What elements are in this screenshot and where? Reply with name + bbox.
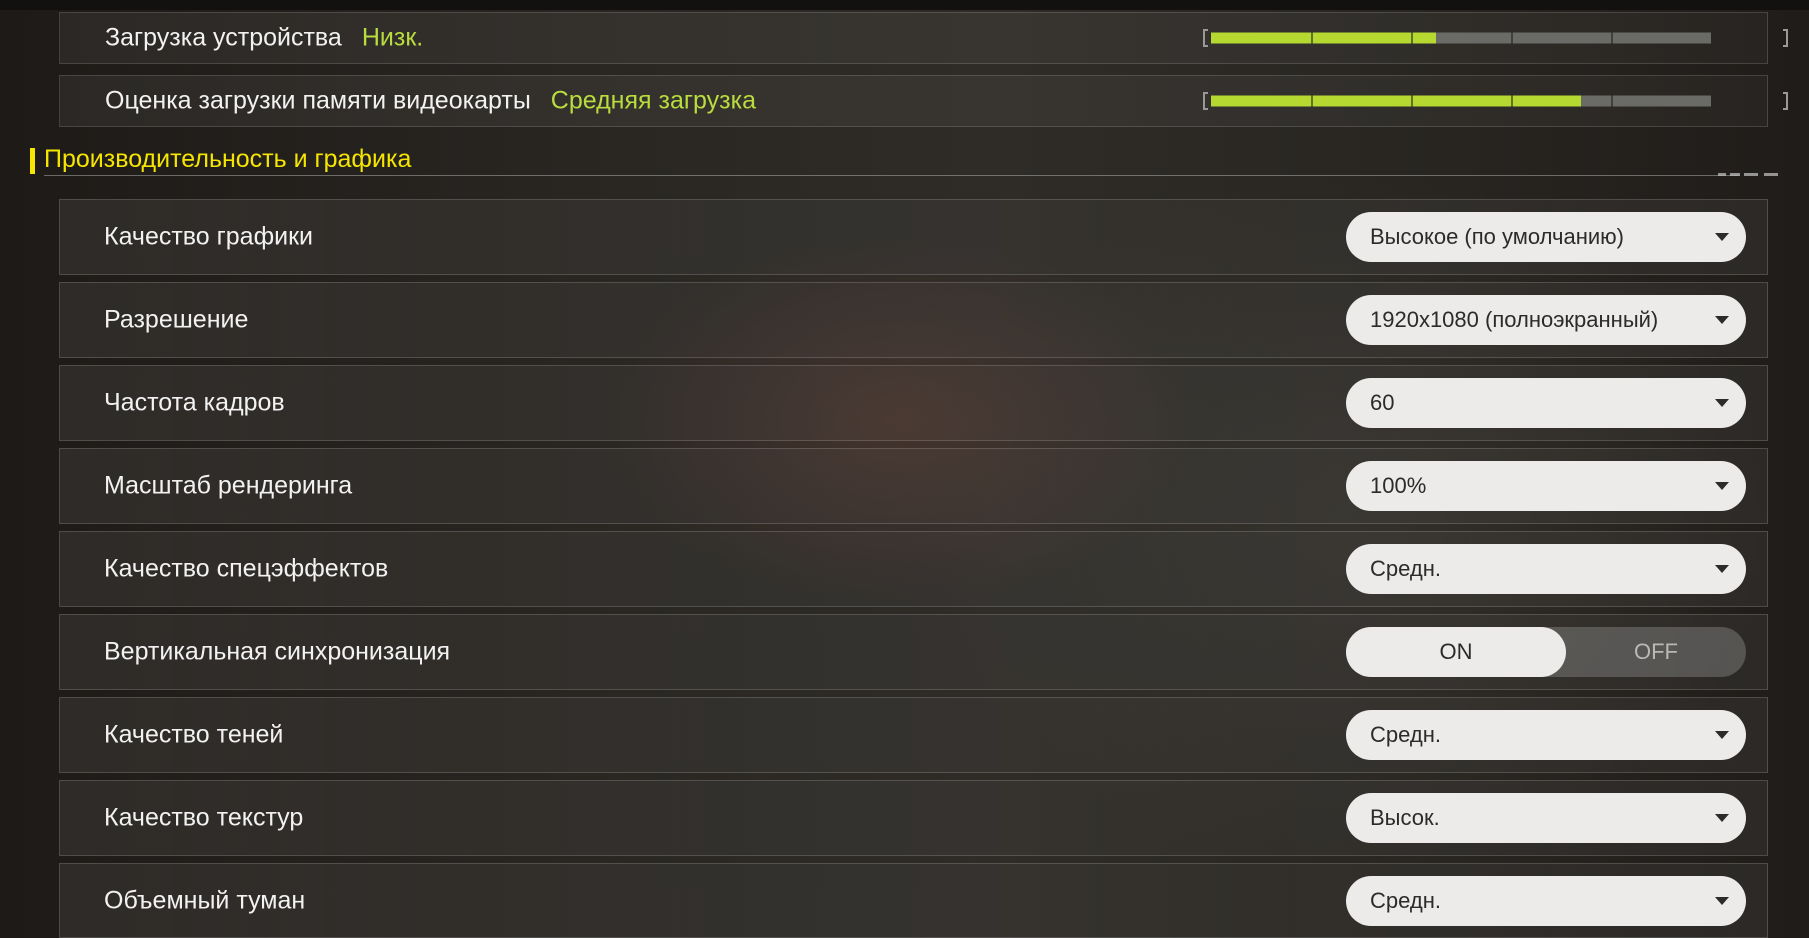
setting-label: Качество спецэффектов <box>104 554 389 583</box>
setting-label: Разрешение <box>104 305 249 334</box>
texture-quality-dropdown[interactable]: Высок. <box>1346 793 1746 843</box>
setting-row-shadow-quality: Качество теней Средн. <box>59 697 1768 773</box>
meter-tick <box>1411 32 1413 44</box>
render-scale-dropdown[interactable]: 100% <box>1346 461 1746 511</box>
dropdown-value: Средн. <box>1370 722 1441 747</box>
dropdown-value: Средн. <box>1370 556 1441 581</box>
setting-label: Вертикальная синхронизация <box>104 637 451 666</box>
meter-bracket-right <box>1783 29 1788 47</box>
vram-load-row: Оценка загрузки памяти видеокарты Средняя… <box>59 75 1788 127</box>
setting-label: Качество текстур <box>104 803 304 832</box>
device-load-title: Загрузка устройства <box>105 23 342 52</box>
setting-label: Объемный туман <box>104 886 306 914</box>
device-load-meter <box>1211 32 1711 44</box>
setting-label: Частота кадров <box>104 388 285 417</box>
meter-tick <box>1611 95 1613 107</box>
meter-tick <box>1311 32 1313 44</box>
section-title: Производительность и графика <box>44 145 412 173</box>
chevron-down-icon <box>1715 731 1729 739</box>
section-decoration <box>1718 171 1778 179</box>
vram-load-meter-fill <box>1211 95 1581 107</box>
meter-bracket-right <box>1783 92 1788 110</box>
chevron-down-icon <box>1715 896 1729 905</box>
meter-tick <box>1411 95 1413 107</box>
chevron-down-icon <box>1715 233 1729 241</box>
shadow-quality-dropdown[interactable]: Средн. <box>1346 710 1746 760</box>
dropdown-value: Средн. <box>1370 887 1441 913</box>
section-divider <box>44 175 1739 176</box>
setting-row-render-scale: Масштаб рендеринга 100% <box>59 448 1768 524</box>
meter-tick <box>1511 95 1513 107</box>
meter-tick <box>1611 32 1613 44</box>
effects-quality-dropdown[interactable]: Средн. <box>1346 544 1746 594</box>
volumetric-fog-dropdown[interactable]: Средн. <box>1346 875 1746 926</box>
frame-rate-dropdown[interactable]: 60 <box>1346 378 1746 428</box>
section-header: Производительность и графика <box>30 145 1790 181</box>
setting-label: Качество графики <box>104 222 314 251</box>
setting-row-vsync: Вертикальная синхронизация ON OFF <box>59 614 1768 690</box>
vsync-off-option[interactable]: OFF <box>1566 627 1746 677</box>
chevron-down-icon <box>1715 565 1729 573</box>
chevron-down-icon <box>1715 814 1729 822</box>
device-load-label: Загрузка устройства Низк. <box>105 24 423 53</box>
setting-row-resolution: Разрешение 1920x1080 (полноэкранный) <box>59 282 1768 358</box>
meter-tick <box>1511 32 1513 44</box>
vram-load-label: Оценка загрузки памяти видеокарты Средняя… <box>105 87 756 116</box>
top-band <box>0 0 1809 10</box>
vsync-toggle: ON OFF <box>1346 627 1746 677</box>
setting-label: Качество теней <box>104 720 284 749</box>
setting-row-texture-quality: Качество текстур Высок. <box>59 780 1768 856</box>
device-load-value: Низк. <box>361 23 424 52</box>
dropdown-value: 100% <box>1370 473 1427 498</box>
setting-label: Масштаб рендеринга <box>104 471 353 500</box>
vram-load-meter <box>1211 95 1711 107</box>
chevron-down-icon <box>1715 399 1729 407</box>
meter-bracket-left <box>1203 92 1208 110</box>
dropdown-value: Высок. <box>1370 805 1440 830</box>
dropdown-value: 60 <box>1370 390 1395 415</box>
section-marker <box>30 148 35 174</box>
graphics-quality-dropdown[interactable]: Высокое (по умолчанию) <box>1346 212 1746 262</box>
meter-bracket-left <box>1203 29 1208 47</box>
dropdown-value: Высокое (по умолчанию) <box>1370 224 1624 249</box>
device-load-row: Загрузка устройства Низк. <box>59 12 1788 64</box>
vram-load-value: Средняя загрузка <box>550 86 756 115</box>
setting-row-frame-rate: Частота кадров 60 <box>59 365 1768 441</box>
setting-row-effects-quality: Качество спецэффектов Средн. <box>59 531 1768 607</box>
chevron-down-icon <box>1715 316 1729 324</box>
device-load-meter-fill <box>1211 32 1436 44</box>
setting-row-graphics-quality: Качество графики Высокое (по умолчанию) <box>59 199 1768 275</box>
chevron-down-icon <box>1715 482 1729 490</box>
vsync-on-option[interactable]: ON <box>1346 627 1566 677</box>
vram-load-title: Оценка загрузки памяти видеокарты <box>105 86 531 115</box>
resolution-dropdown[interactable]: 1920x1080 (полноэкранный) <box>1346 295 1746 345</box>
setting-row-volumetric-fog: Объемный туман Средн. <box>59 863 1768 938</box>
meter-tick <box>1311 95 1313 107</box>
dropdown-value: 1920x1080 (полноэкранный) <box>1370 307 1659 332</box>
